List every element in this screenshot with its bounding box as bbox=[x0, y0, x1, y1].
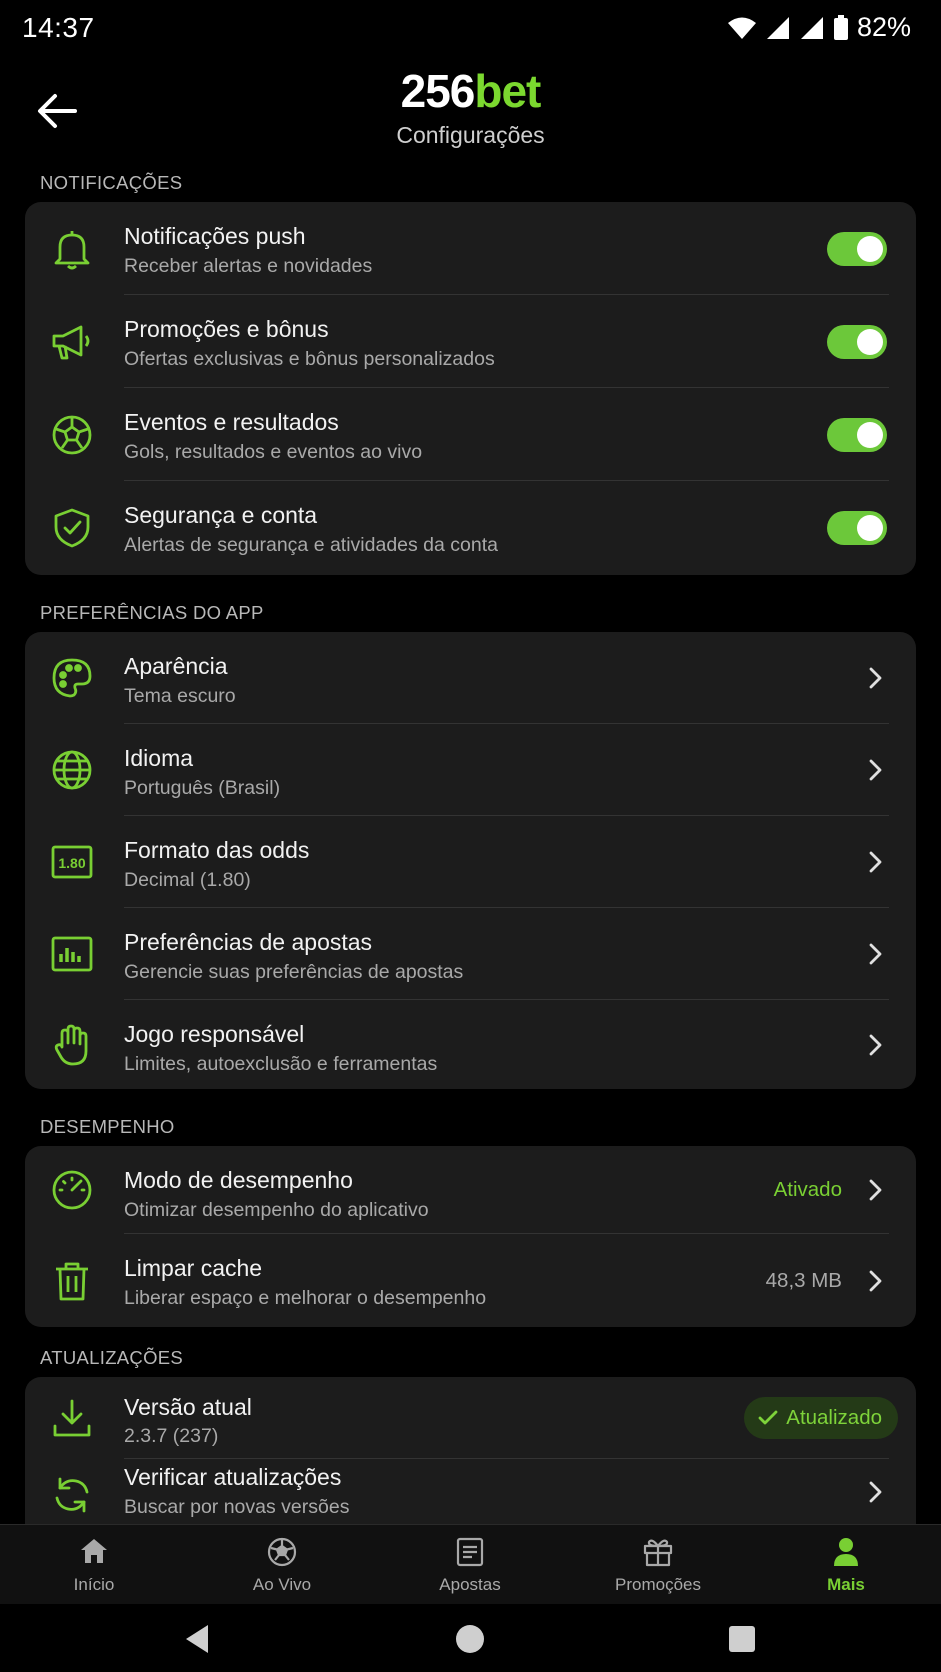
section-title-performance: DESEMPENHO bbox=[40, 1116, 175, 1137]
betslip-icon bbox=[376, 1537, 564, 1569]
trash-icon bbox=[47, 1256, 97, 1306]
promotions-toggle[interactable] bbox=[827, 324, 887, 359]
notifications-card: Notificações push Receber alertas e novi… bbox=[25, 202, 916, 575]
setting-clear-cache[interactable]: Limpar cache Liberar espaço e melhorar o… bbox=[25, 1234, 916, 1327]
app-prefs-card: Aparência Tema escuro Idioma Português (… bbox=[25, 632, 916, 1089]
nav-home-icon[interactable] bbox=[453, 1622, 487, 1656]
chevron-right-icon bbox=[869, 943, 882, 965]
wifi-icon bbox=[727, 17, 756, 39]
bottom-tab-bar: Início Ao Vivo Apostas Promoções Mais bbox=[0, 1524, 941, 1605]
download-icon bbox=[47, 1393, 97, 1443]
events-toggle[interactable] bbox=[827, 417, 887, 452]
hand-icon bbox=[47, 1020, 97, 1070]
soccer-ball-icon bbox=[47, 410, 97, 460]
tab-home[interactable]: Início bbox=[0, 1525, 188, 1605]
battery-icon bbox=[833, 14, 848, 40]
bet-chart-icon bbox=[47, 929, 97, 979]
security-toggle[interactable] bbox=[827, 510, 887, 545]
status-time: 14:37 bbox=[22, 12, 95, 43]
shield-check-icon bbox=[47, 503, 97, 553]
odds-format-icon: 1.80 bbox=[47, 837, 97, 887]
live-ball-icon bbox=[188, 1537, 376, 1569]
updated-badge: Atualizado bbox=[744, 1397, 898, 1439]
setting-odds-format[interactable]: 1.80 Formato das odds Decimal (1.80) bbox=[25, 816, 916, 908]
chevron-right-icon bbox=[869, 851, 882, 873]
chevron-right-icon bbox=[869, 1034, 882, 1055]
setting-bet-preferences[interactable]: Preferências de apostas Gerencie suas pr… bbox=[25, 908, 916, 1000]
page-title: Configurações bbox=[396, 122, 545, 148]
chevron-right-icon bbox=[869, 1481, 882, 1503]
svg-text:1.80: 1.80 bbox=[58, 855, 85, 871]
chevron-right-icon bbox=[869, 667, 882, 689]
palette-icon bbox=[47, 653, 97, 703]
battery-percent: 82% bbox=[856, 12, 911, 42]
header: 256bet Configurações bbox=[0, 58, 941, 158]
tab-bets[interactable]: Apostas bbox=[376, 1525, 564, 1605]
setting-security[interactable]: Segurança e conta Alertas de segurança e… bbox=[25, 481, 916, 574]
cache-size-value: 48,3 MB bbox=[765, 1268, 842, 1292]
setting-responsible-gaming[interactable]: Jogo responsável Limites, autoexclusão e… bbox=[25, 1000, 916, 1089]
setting-promotions[interactable]: Promoções e bônus Ofertas exclusivas e b… bbox=[25, 295, 916, 388]
signal-2-icon bbox=[800, 16, 823, 39]
status-bar: 14:37 82% bbox=[0, 0, 941, 58]
home-icon bbox=[0, 1537, 188, 1569]
setting-events[interactable]: Eventos e resultados Gols, resultados e … bbox=[25, 388, 916, 481]
updates-card: Versão atual 2.3.7 (237) Atualizado Veri… bbox=[25, 1377, 916, 1537]
tab-more[interactable]: Mais bbox=[752, 1525, 940, 1605]
chevron-right-icon bbox=[869, 1179, 882, 1201]
speedometer-icon bbox=[47, 1165, 97, 1215]
chevron-right-icon bbox=[869, 1270, 882, 1291]
setting-performance-mode[interactable]: Modo de desempenho Otimizar desempenho d… bbox=[25, 1146, 916, 1234]
performance-mode-value: Ativado bbox=[773, 1178, 842, 1201]
megaphone-icon bbox=[47, 317, 97, 367]
setting-current-version: Versão atual 2.3.7 (237) Atualizado bbox=[25, 1377, 916, 1459]
setting-appearance[interactable]: Aparência Tema escuro bbox=[25, 632, 916, 724]
push-toggle[interactable] bbox=[827, 231, 887, 266]
tab-live[interactable]: Ao Vivo bbox=[188, 1525, 376, 1605]
brand-logo: 256bet bbox=[400, 65, 542, 117]
check-icon bbox=[758, 1410, 778, 1425]
section-title-app-prefs: PREFERÊNCIAS DO APP bbox=[40, 602, 264, 623]
refresh-icon bbox=[47, 1470, 97, 1520]
section-title-updates: ATUALIZAÇÕES bbox=[40, 1347, 184, 1368]
signal-icon bbox=[766, 16, 789, 39]
tab-promotions[interactable]: Promoções bbox=[564, 1525, 752, 1605]
chevron-right-icon bbox=[869, 759, 882, 781]
bell-icon bbox=[47, 224, 97, 274]
system-nav-bar bbox=[0, 1604, 941, 1672]
nav-back-icon[interactable] bbox=[180, 1622, 214, 1656]
nav-recents-icon[interactable] bbox=[725, 1622, 759, 1656]
globe-icon bbox=[47, 745, 97, 795]
performance-card: Modo de desempenho Otimizar desempenho d… bbox=[25, 1146, 916, 1327]
user-icon bbox=[752, 1537, 940, 1569]
setting-push-notifications[interactable]: Notificações push Receber alertas e novi… bbox=[25, 202, 916, 295]
section-title-notifications: NOTIFICAÇÕES bbox=[40, 172, 183, 193]
setting-language[interactable]: Idioma Português (Brasil) bbox=[25, 724, 916, 816]
gift-icon bbox=[564, 1537, 752, 1569]
